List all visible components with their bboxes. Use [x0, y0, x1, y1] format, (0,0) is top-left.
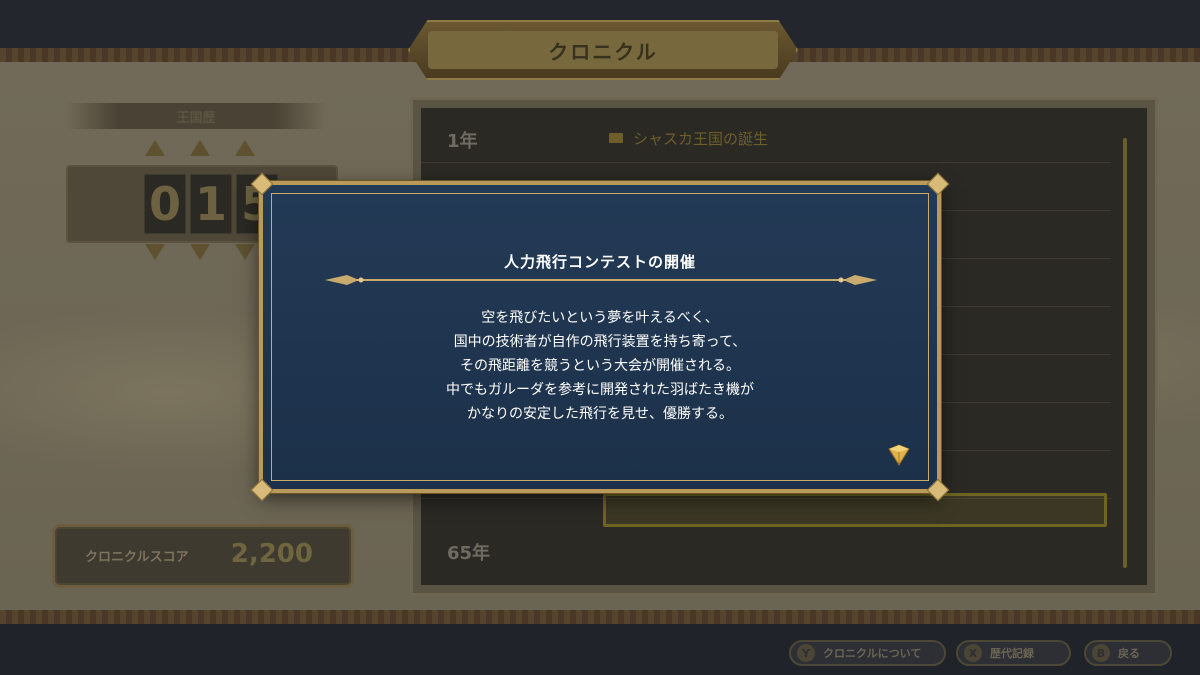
year-up-arrows — [145, 140, 255, 156]
back-label: 戻る — [1118, 647, 1140, 660]
title-plaque-inner: クロニクル — [428, 31, 778, 69]
dialog-title: 人力飛行コンテストの開催 — [503, 253, 696, 271]
back-button[interactable]: B 戻る — [1084, 640, 1172, 666]
b-button-icon: B — [1092, 644, 1110, 662]
records-label: 歴代記録 — [990, 647, 1034, 660]
timeline-row[interactable]: 65年 — [421, 526, 1111, 574]
year-label: 王国歴 — [176, 110, 216, 126]
decrease-tens-arrow-icon[interactable] — [190, 244, 210, 260]
dialog-body-line: 中でもガルーダを参考に開発された羽ばたき機が — [446, 382, 754, 398]
about-chronicle-button[interactable]: Y クロニクルについて — [789, 640, 946, 666]
records-button[interactable]: X 歴代記録 — [956, 640, 1071, 666]
y-button-icon: Y — [797, 644, 815, 662]
about-chronicle-label: クロニクルについて — [823, 647, 922, 660]
timeline-scrollbar[interactable] — [1123, 138, 1127, 568]
year-header: 王国歴 — [66, 103, 326, 129]
chronicle-screen: クロニクル 王国歴 0 1 5 クロニクルスコア 2,200 1年 シャスカ王国 — [0, 0, 1200, 675]
title-plaque: クロニクル — [408, 20, 798, 80]
dialog-body-line: 国中の技術者が自作の飛行装置を持ち寄って、 — [453, 334, 747, 350]
title-divider-ornament — [325, 275, 877, 285]
score-value: 2,200 — [230, 539, 313, 569]
next-page-gem-icon[interactable] — [887, 443, 911, 467]
event-detail-dialog[interactable]: 人力飛行コンテストの開催 空を飛びたいという夢を叶えるべく、 国中の技術者が自作… — [250, 172, 950, 502]
increase-tens-arrow-icon[interactable] — [190, 140, 210, 156]
bottom-ornament-band — [0, 610, 1200, 624]
book-icon — [609, 133, 623, 143]
dialog-body: 空を飛びたいという夢を叶えるべく、 国中の技術者が自作の飛行装置を持ち寄って、 … — [263, 306, 937, 426]
increase-ones-arrow-icon[interactable] — [235, 140, 255, 156]
row-event: シャスカ王国の誕生 — [633, 130, 769, 148]
score-label: クロニクルスコア — [85, 550, 189, 565]
year-digit-tens[interactable]: 1 — [190, 174, 232, 234]
year-digit-hundreds[interactable]: 0 — [144, 174, 186, 234]
x-button-icon: X — [964, 644, 982, 662]
timeline-row[interactable]: 1年 シャスカ王国の誕生 — [421, 114, 1111, 163]
dialog-body-line: その飛距離を競うという大会が開催される。 — [460, 358, 740, 374]
increase-hundreds-arrow-icon[interactable] — [145, 140, 165, 156]
decrease-ones-arrow-icon[interactable] — [235, 244, 255, 260]
dialog-body-line: 空を飛びたいという夢を叶えるべく、 — [481, 310, 719, 326]
row-year: 65年 — [447, 543, 491, 564]
selected-event-highlight[interactable] — [603, 493, 1107, 527]
decrease-hundreds-arrow-icon[interactable] — [145, 244, 165, 260]
dialog-body-line: かなりの安定した飛行を見せ、優勝する。 — [467, 406, 733, 422]
chronicle-score-plaque: クロニクルスコア 2,200 — [52, 524, 354, 588]
year-down-arrows — [145, 244, 255, 260]
row-year: 1年 — [447, 131, 478, 152]
screen-title: クロニクル — [548, 39, 658, 64]
